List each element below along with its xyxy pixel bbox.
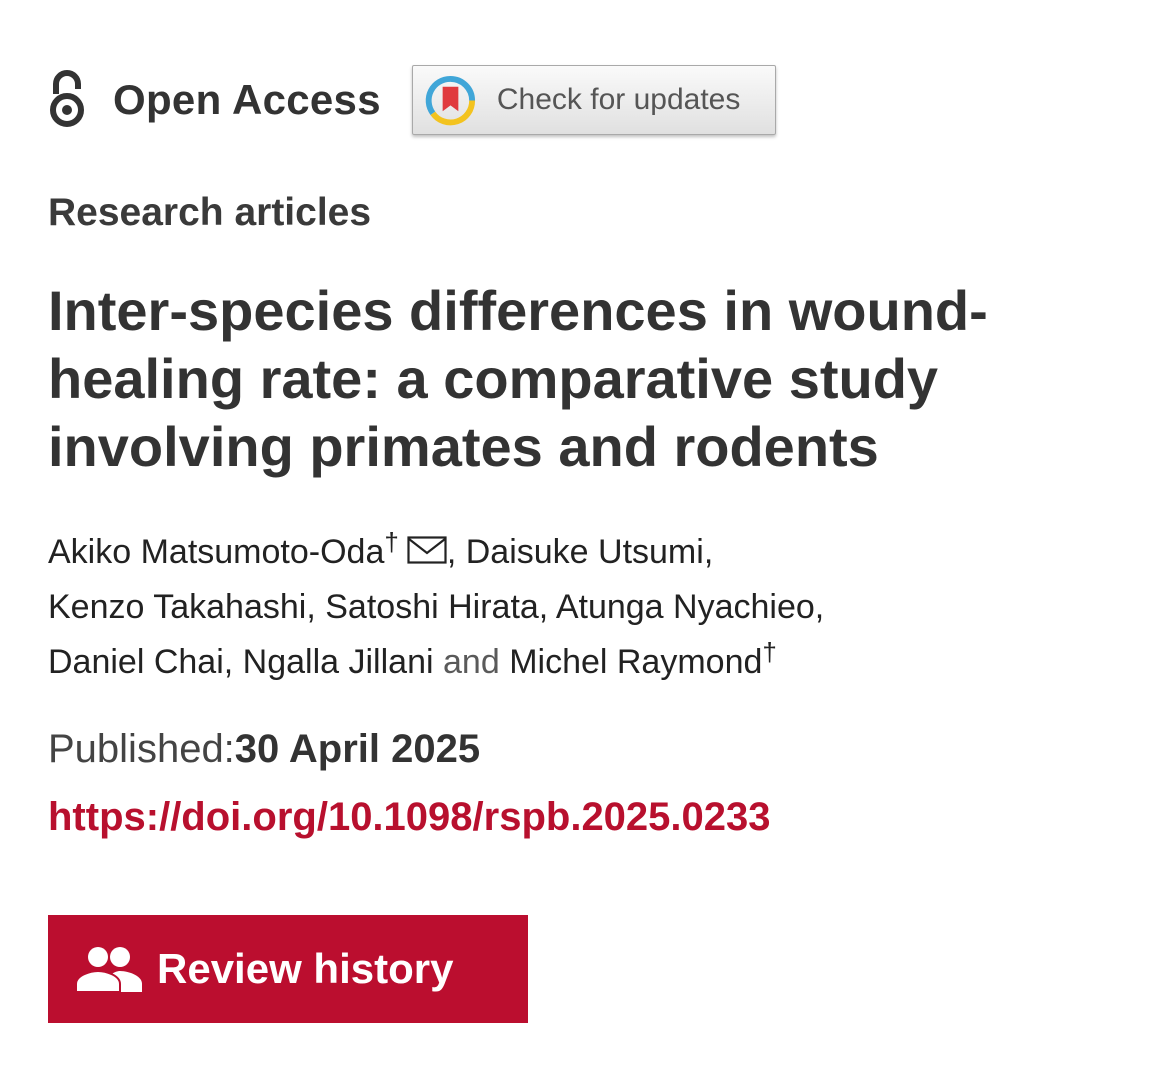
author-separator: , [223,643,234,681]
open-access-lock-icon [50,70,84,127]
author-separator: , [814,588,825,626]
author-link[interactable]: Daisuke Utsumi [466,533,704,571]
author-note-mark: † [384,527,399,557]
author-link[interactable]: Ngalla Jillani [243,643,434,681]
review-history-label: Review history [157,945,454,992]
published-date: 30 April 2025 [234,727,481,771]
author-link[interactable]: Atunga Nyachieo [556,588,815,626]
article-header-badges: Open Access Check for updates [48,62,776,138]
check-for-updates-button[interactable]: Check for updates [411,65,776,135]
author-link[interactable]: Kenzo Takahashi [48,588,306,626]
email-icon[interactable] [407,536,447,564]
author-separator: , [538,588,549,626]
published-info: Published:30 April 2025 [48,727,480,772]
published-label: Published: [48,727,235,771]
author-link[interactable]: Daniel Chai [48,643,224,681]
open-access-label: Open Access [113,76,381,123]
people-icon [75,947,142,992]
check-for-updates-label: Check for updates [496,83,741,116]
author-list: Akiko Matsumoto-Oda†, Daisuke Utsumi, Ken… [48,525,1128,690]
author-separator: , [446,533,457,571]
review-history-button[interactable]: Review history [48,915,528,1023]
article-category: Research articles [48,191,372,234]
doi-link[interactable]: https://doi.org/10.1098/rspb.2025.0233 [48,795,771,840]
authors-and-word: and [443,643,500,681]
author-note-mark: † [762,637,777,667]
author-link[interactable]: Satoshi Hirata [325,588,539,626]
author-link[interactable]: Michel Raymond [509,643,762,681]
crossmark-icon [425,75,475,125]
article-title: Inter-species differences in wound-heali… [48,279,988,478]
author-separator: , [306,588,316,626]
author-link[interactable]: Akiko Matsumoto-Oda [48,533,384,571]
open-access-badge: Open Access [48,62,381,138]
author-separator: , [703,533,714,571]
